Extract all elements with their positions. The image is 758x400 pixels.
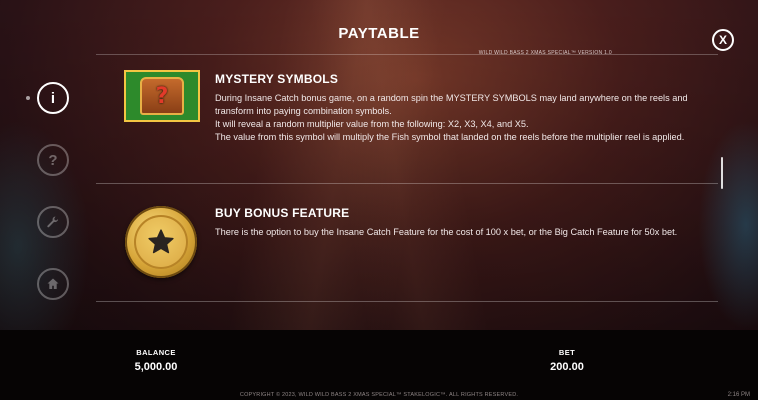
home-icon [47, 278, 59, 289]
sidebar-item-settings[interactable] [37, 206, 69, 238]
wrench-icon [47, 216, 59, 228]
bet-label: BET [558, 348, 576, 357]
sidebar-item-home[interactable] [37, 268, 69, 300]
close-icon: X [718, 33, 727, 47]
copyright-text: COPYRIGHT © 2023, WILD WILD BASS 2 XMAS … [239, 392, 519, 398]
background-light-rays [0, 0, 758, 330]
bet-value: 200.00 [550, 361, 584, 373]
balance-label: BALANCE [136, 348, 176, 357]
scrollbar-thumb[interactable] [721, 157, 723, 189]
section-divider [96, 183, 718, 184]
section-title: MYSTERY SYMBOLS [215, 72, 339, 86]
header-divider [96, 54, 718, 55]
clock-time: 2:16 PM [727, 392, 750, 398]
star-icon [148, 229, 174, 254]
sidebar-item-help[interactable]: ? [37, 144, 69, 176]
section-paragraph: The value from this symbol will multiply… [215, 132, 685, 142]
section-buy-bonus: BUY BONUS FEATURE There is the option to… [215, 206, 715, 239]
section-divider [96, 301, 718, 302]
buy-bonus-image [125, 206, 197, 278]
section-paragraph: During Insane Catch bonus game, on a ran… [215, 93, 688, 116]
close-button[interactable]: X [712, 29, 734, 51]
page-title: PAYTABLE [338, 25, 420, 42]
balance-display: BALANCE 5,000.00 [96, 348, 216, 373]
mystery-symbol-image: ? [124, 70, 200, 122]
balance-value: 5,000.00 [134, 361, 178, 373]
mystery-chest-icon: ? [140, 77, 184, 115]
help-icon: ? [48, 151, 58, 169]
section-mystery-symbols: MYSTERY SYMBOLS During Insane Catch bonu… [215, 72, 715, 144]
section-paragraph: It will reveal a random multiplier value… [215, 119, 529, 129]
footer-bar: BALANCE 5,000.00 BET 200.00 COPYRIGHT © … [0, 330, 758, 400]
sidebar-item-info[interactable]: i [37, 82, 69, 114]
section-title: BUY BONUS FEATURE [215, 206, 350, 220]
section-paragraph: There is the option to buy the Insane Ca… [215, 227, 678, 237]
gold-star-coin-icon [134, 215, 188, 269]
info-icon: i [50, 89, 56, 107]
sidebar-active-marker [26, 96, 30, 100]
bet-display: BET 200.00 [507, 348, 627, 373]
version-label: WILD WILD BASS 2 XMAS SPECIAL™ VERSION 1… [478, 50, 612, 56]
